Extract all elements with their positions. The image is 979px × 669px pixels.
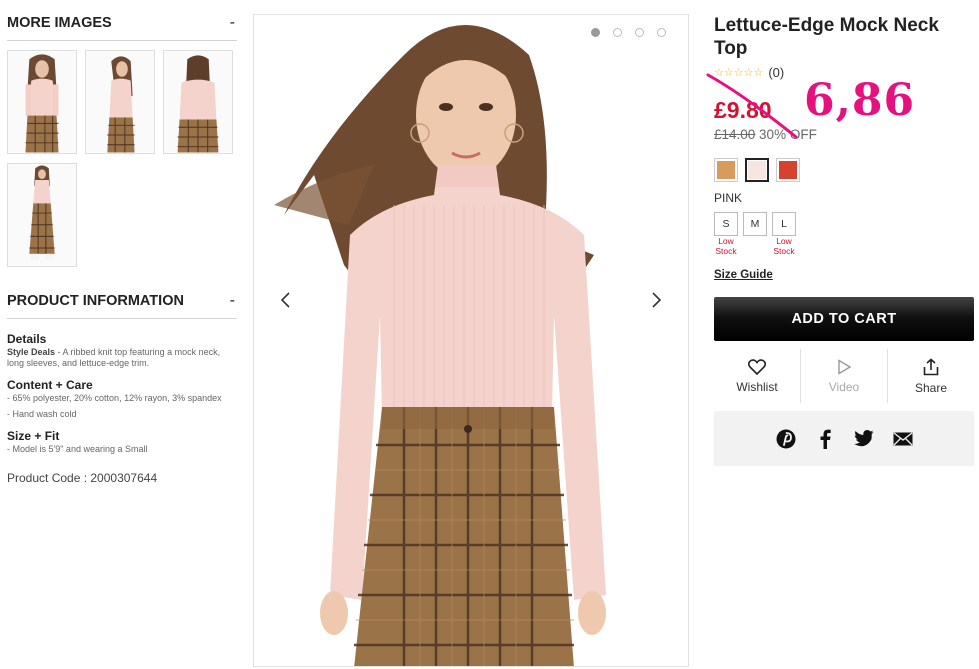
facebook-icon[interactable]	[815, 429, 835, 449]
model-photo	[254, 15, 688, 666]
thumbnail-front[interactable]	[7, 50, 77, 154]
size-guide-link[interactable]: Size Guide	[714, 269, 773, 281]
swatch-pink-color	[748, 161, 766, 179]
left-column: MORE IMAGES - PRODUCT INFORMATION - Deta…	[7, 14, 237, 485]
product-information-header[interactable]: PRODUCT INFORMATION -	[7, 292, 237, 319]
selected-color-name: PINK	[714, 191, 743, 205]
color-swatches	[714, 158, 976, 182]
swatch-red[interactable]	[776, 158, 800, 182]
twitter-icon[interactable]	[853, 429, 874, 449]
size-button-m[interactable]: M	[743, 212, 767, 236]
collapse-icon[interactable]: -	[230, 14, 235, 32]
size-fit-title: Size + Fit	[7, 429, 60, 443]
main-product-image[interactable]	[253, 14, 689, 667]
video-button[interactable]: Video	[800, 349, 887, 403]
strikethrough-mark	[706, 73, 798, 139]
thumbnail-full-body[interactable]	[7, 163, 77, 267]
chevron-left-icon[interactable]	[276, 290, 296, 310]
swatch-red-color	[779, 161, 797, 179]
share-icon	[923, 357, 939, 375]
size-button-s[interactable]: S	[714, 212, 738, 236]
care-line: - Hand wash cold	[7, 409, 77, 419]
chevron-right-icon[interactable]	[646, 290, 666, 310]
share-label: Share	[914, 380, 948, 395]
pinterest-icon[interactable]	[776, 429, 796, 449]
price-row: £9.80 6,86	[706, 73, 976, 139]
share-button[interactable]: Share	[887, 349, 974, 403]
play-icon	[838, 358, 852, 375]
add-to-cart-button[interactable]: ADD TO CART	[714, 297, 974, 341]
more-images-title: MORE IMAGES	[7, 15, 112, 31]
video-label: Video	[828, 379, 860, 394]
stock-note: Low	[718, 236, 734, 246]
carousel-dot[interactable]	[657, 28, 666, 37]
size-button-l[interactable]: L	[772, 212, 796, 236]
email-icon[interactable]	[893, 429, 913, 449]
swatch-tan[interactable]	[714, 158, 738, 182]
content-line: - 65% polyester, 20% cotton, 12% rayon, …	[7, 393, 222, 403]
more-images-header[interactable]: MORE IMAGES -	[7, 14, 237, 41]
product-code: Product Code : 2000307644	[7, 471, 158, 485]
details-brand: Style Deals	[7, 347, 56, 357]
heart-icon	[748, 358, 766, 375]
carousel-dot[interactable]	[613, 28, 622, 37]
product-details: Details Style Deals - A ribbed knit top …	[7, 332, 237, 485]
product-actions: Wishlist Video Share	[714, 349, 974, 403]
details-text: Style Deals - A ribbed knit top featurin…	[7, 347, 237, 369]
swatch-tan-color	[717, 161, 735, 179]
social-share-bar	[714, 411, 974, 466]
stock-note: Stock	[715, 246, 737, 256]
product-panel: Lettuce-Edge Mock Neck Top ☆☆☆☆☆ (0) £9.…	[706, 14, 976, 466]
stock-note: Low	[776, 236, 792, 246]
size-option-l: L Low Stock	[772, 212, 796, 256]
thumbnail-back[interactable]	[163, 50, 233, 154]
content-care-title: Content + Care	[7, 378, 93, 392]
wishlist-label: Wishlist	[736, 379, 778, 394]
thumbnail-side[interactable]	[85, 50, 155, 154]
size-fit-line: - Model is 5'9" and wearing a Small	[7, 444, 148, 454]
product-information-title: PRODUCT INFORMATION	[7, 293, 184, 309]
handwritten-price: 6,86	[804, 75, 916, 126]
thumbnail-list	[7, 50, 237, 267]
collapse-icon[interactable]: -	[230, 292, 235, 310]
carousel-dots	[591, 28, 666, 37]
carousel-dot[interactable]	[635, 28, 644, 37]
swatch-pink[interactable]	[745, 158, 769, 182]
details-title: Details	[7, 332, 47, 346]
product-title: Lettuce-Edge Mock Neck Top	[714, 15, 939, 59]
carousel-dot[interactable]	[591, 28, 600, 37]
size-option-s: S Low Stock	[714, 212, 738, 256]
size-options: S Low Stock M L Low Stock	[714, 212, 976, 256]
size-option-m: M	[743, 212, 767, 256]
wishlist-button[interactable]: Wishlist	[714, 349, 800, 403]
stock-note: Stock	[773, 246, 795, 256]
